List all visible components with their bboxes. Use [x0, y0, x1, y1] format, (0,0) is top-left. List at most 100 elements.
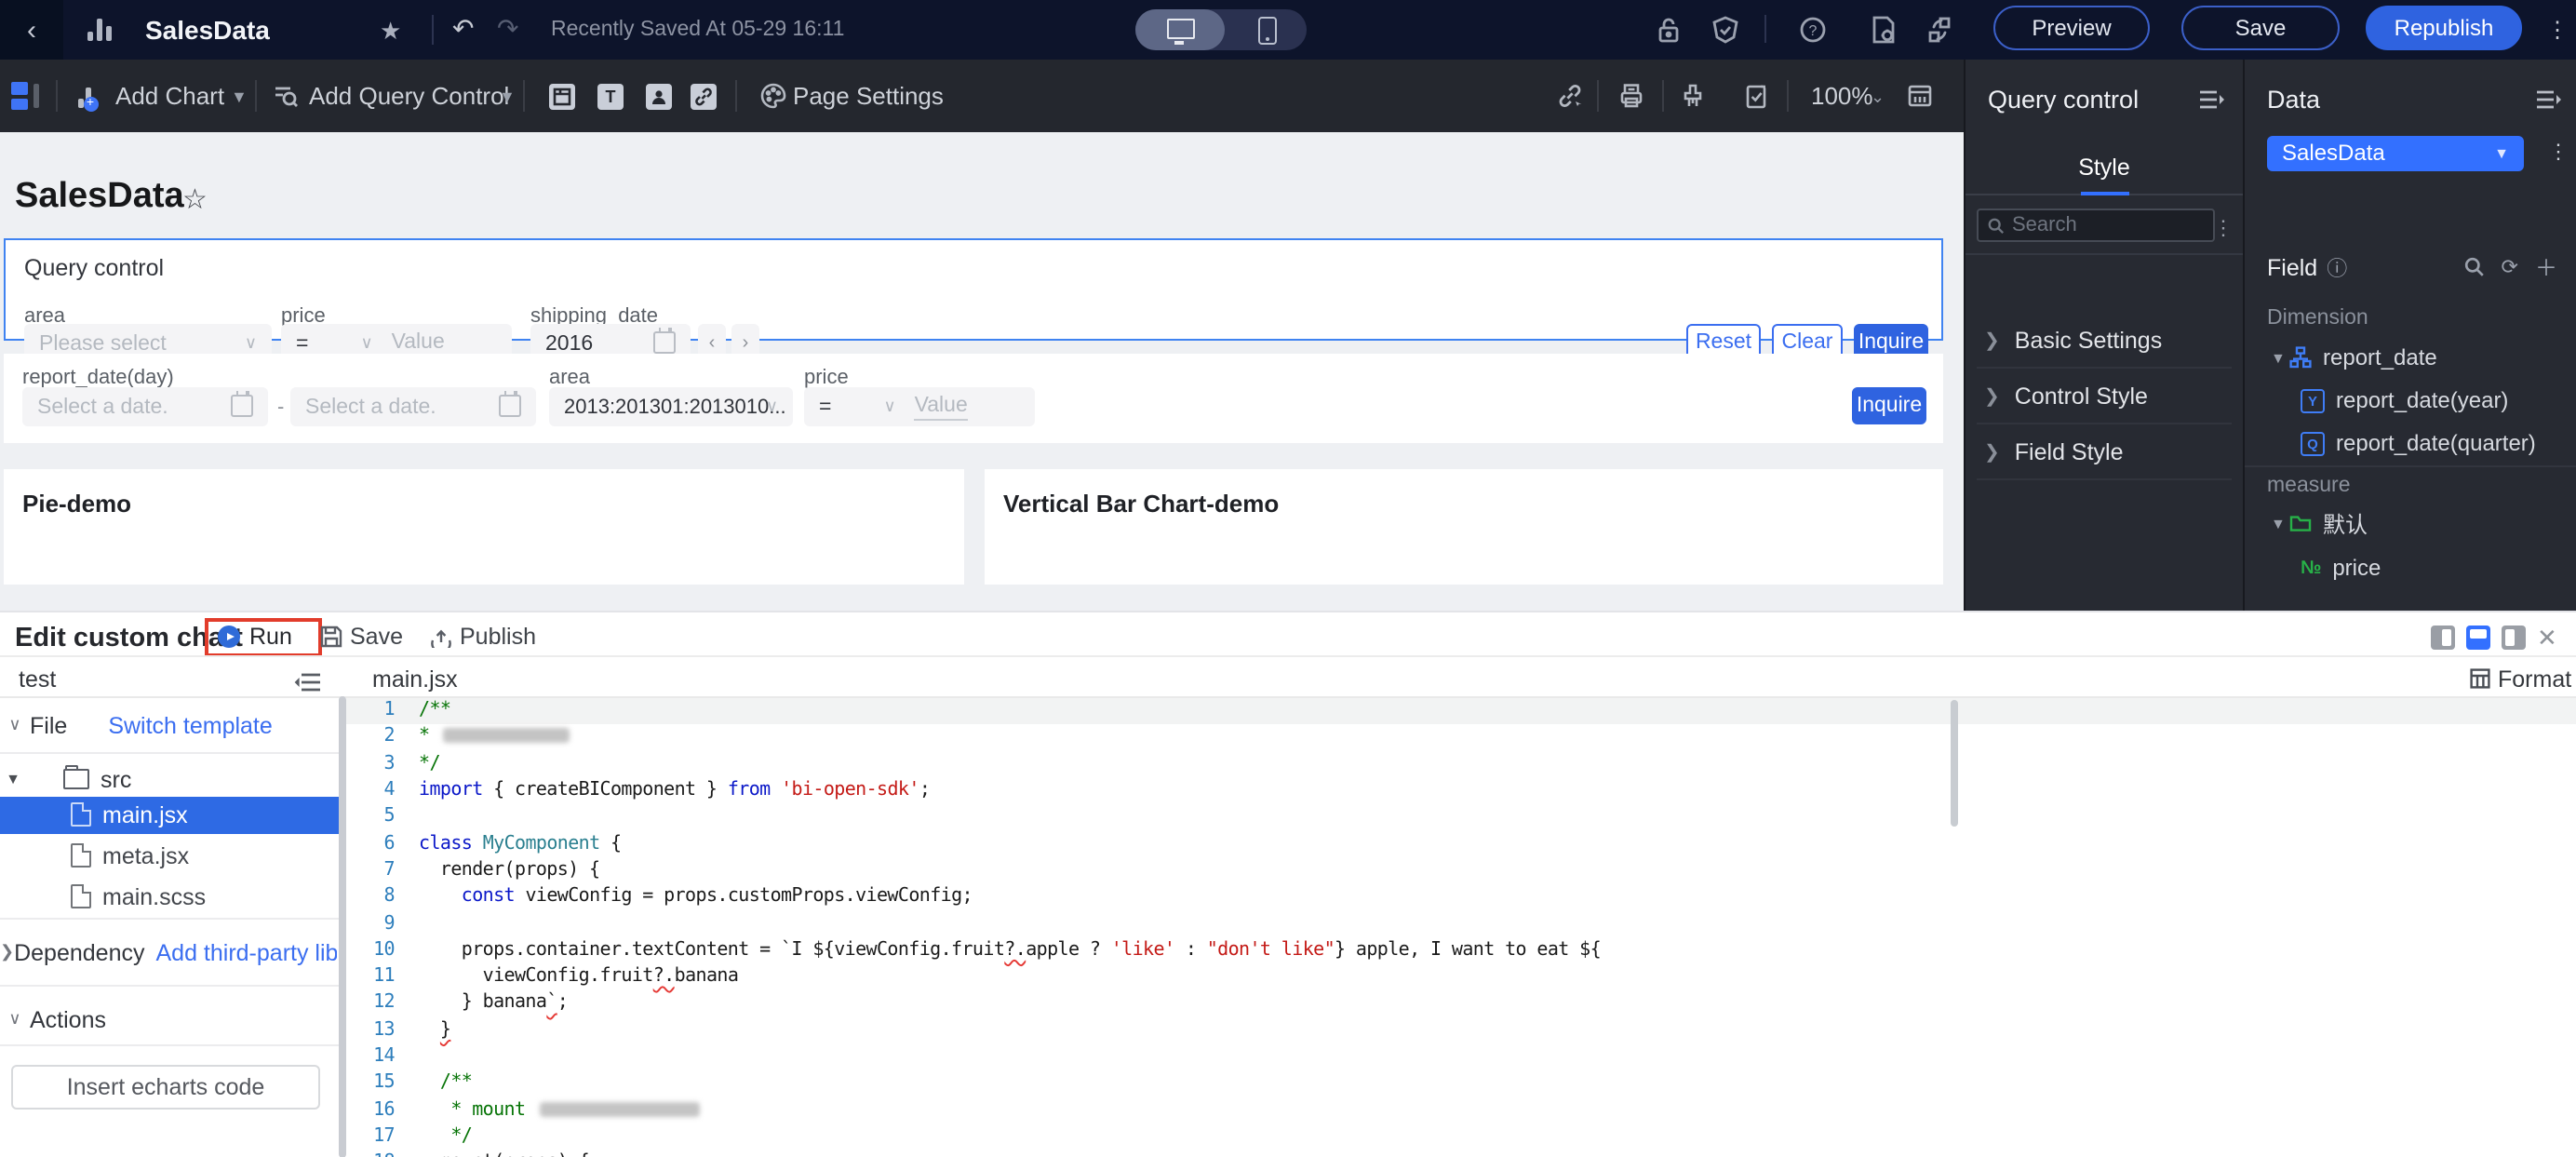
preview-button[interactable]: Preview [1993, 6, 2150, 50]
layout-right-icon[interactable] [2502, 625, 2526, 649]
measure-price[interactable]: № price [2245, 547, 2576, 588]
field-report-date-year[interactable]: Y report_date(year) [2245, 380, 2576, 421]
price-operator-input-2[interactable]: = ∨ Value [804, 387, 1035, 426]
dataset-more-icon[interactable]: ⋮ [2548, 140, 2569, 164]
add-chart-button[interactable]: Add Chart [115, 82, 224, 110]
collapse-panel-icon[interactable] [2200, 89, 2224, 110]
query-control-widget[interactable]: Query control area Please select ∨ price … [4, 238, 1943, 363]
collapse-panel-icon[interactable] [2537, 89, 2561, 110]
global-link-icon[interactable] [1556, 82, 1584, 110]
code-line[interactable]: 17 */ [346, 1123, 2576, 1150]
widget-library-icon[interactable] [11, 82, 39, 110]
grid-table-icon[interactable] [1906, 82, 1934, 110]
code-line[interactable]: 8 const viewConfig = props.customProps.v… [346, 883, 2576, 910]
code-line[interactable]: 11 viewConfig.fruit?.banana [346, 963, 2576, 990]
page-favorite-icon[interactable]: ☆ [182, 182, 208, 216]
code-line[interactable]: 12 } banana`; [346, 990, 2576, 1017]
caret-down-icon[interactable]: ▼ [2271, 515, 2289, 531]
style-search-input[interactable]: Search [1977, 209, 2215, 242]
dependency-section-header[interactable]: ❯ Dependency Add third-party lib [0, 932, 337, 973]
field-report-date[interactable]: ▼ report_date [2245, 337, 2576, 378]
area-select-2[interactable]: 2013:201301:2013010... ∨ [549, 387, 793, 426]
document-settings-icon[interactable] [1869, 15, 1898, 45]
chevron-down-icon[interactable]: ▼ [231, 87, 248, 106]
undo-icon[interactable]: ↶ [452, 13, 474, 45]
add-third-party-lib-link[interactable]: Add third-party lib [156, 939, 338, 965]
republish-button[interactable]: Republish [2366, 6, 2522, 50]
code-line[interactable]: 6 class MyComponent { [346, 830, 2576, 857]
actions-section-header[interactable]: ∨ Actions [0, 999, 337, 1040]
price-value-input[interactable]: Value [391, 330, 445, 357]
price-value-input-2[interactable]: Value [914, 394, 968, 420]
close-editor-icon[interactable]: ✕ [2537, 623, 2557, 652]
editor-tab-main-jsx[interactable]: main.jsx [372, 666, 458, 692]
code-line[interactable]: 3 */ [346, 750, 2576, 777]
info-icon[interactable]: ⓘ [2327, 252, 2347, 282]
pie-chart-widget[interactable]: Pie-demo [4, 469, 964, 584]
add-field-icon[interactable]: ＋ [2535, 251, 2557, 283]
code-line[interactable]: 2 * [346, 724, 2576, 751]
bar-chart-widget[interactable]: Vertical Bar Chart-demo [985, 469, 1943, 584]
refresh-icon[interactable]: ⟳ [2502, 255, 2518, 279]
code-line[interactable]: 4 import { createBIComponent } from 'bi-o… [346, 777, 2576, 804]
search-field-icon[interactable] [2464, 257, 2485, 277]
caret-down-icon[interactable]: ▼ [2271, 349, 2289, 366]
run-button[interactable]: Run [249, 624, 292, 650]
chevron-down-icon[interactable]: ▼ [499, 87, 516, 106]
code-editor[interactable]: 1/** 2 * 3 */4 import { createBIComponent } … [346, 697, 2576, 1157]
back-button[interactable]: ‹ [0, 0, 63, 60]
shield-check-icon[interactable] [1711, 15, 1740, 45]
folder-src[interactable]: ▼ src [0, 760, 337, 798]
add-query-control-button[interactable]: Add Query Control [309, 82, 509, 110]
redo-icon[interactable]: ↷ [497, 13, 518, 45]
file-main-scss[interactable]: main.scss [0, 878, 338, 915]
text-tool-icon[interactable]: T [597, 84, 624, 110]
inquire-button-2[interactable]: Inquire [1852, 387, 1926, 424]
editor-save-button[interactable]: Save [320, 623, 403, 649]
code-line[interactable]: 7 render(props) { [346, 857, 2576, 884]
code-line[interactable]: 1/** [346, 697, 2576, 724]
query-control-widget-2[interactable]: report_date(day) Select a date. - Select… [4, 354, 1943, 443]
tab-style[interactable]: Style [1966, 155, 2243, 181]
code-line[interactable]: 10 props.container.textContent = `I ${vi… [346, 936, 2576, 963]
print-icon[interactable] [1617, 82, 1645, 110]
section-basic-settings[interactable]: ❯ Basic Settings [1966, 315, 2243, 367]
file-section-header[interactable]: ∨ File Switch template [0, 705, 337, 746]
file-meta-jsx[interactable]: meta.jsx [0, 837, 338, 874]
file-main-jsx[interactable]: main.jsx [0, 796, 338, 833]
brush-icon[interactable] [1679, 82, 1707, 110]
code-line[interactable]: 14 [346, 1043, 2576, 1070]
editor-scrollbar-thumb[interactable] [1951, 699, 1958, 826]
save-button[interactable]: Save [2181, 6, 2340, 50]
desktop-icon[interactable] [1167, 19, 1195, 45]
date-to-input[interactable]: Select a date. [290, 387, 536, 426]
date-from-input[interactable]: Select a date. [22, 387, 268, 426]
zoom-level[interactable]: 100% [1811, 82, 1873, 110]
section-control-style[interactable]: ❯ Control Style [1966, 370, 2243, 423]
favorite-star-icon[interactable]: ★ [380, 17, 401, 47]
panel-resize-scrollbar[interactable] [338, 695, 346, 1157]
dataset-selector[interactable]: SalesData ▼ [2267, 135, 2524, 170]
image-tool-icon[interactable] [646, 84, 672, 110]
search-more-icon[interactable]: ⋮ [2213, 216, 2234, 240]
collapse-tree-icon[interactable] [294, 667, 320, 691]
code-line[interactable]: 16 * mount [346, 1096, 2576, 1123]
code-line[interactable]: 15 /** [346, 1070, 2576, 1096]
editor-publish-button[interactable]: Publish [430, 623, 536, 649]
switch-template-link[interactable]: Switch template [108, 712, 272, 738]
page-settings-button[interactable]: Page Settings [793, 82, 944, 110]
code-line[interactable]: 5 [346, 803, 2576, 830]
link-tool-icon[interactable] [691, 84, 717, 110]
layout-left-icon[interactable] [2431, 625, 2455, 649]
field-report-date-quarter[interactable]: Q report_date(quarter) [2245, 423, 2576, 464]
layout-bottom-icon[interactable] [2466, 625, 2490, 649]
lock-icon[interactable] [1655, 15, 1684, 45]
more-menu-icon[interactable]: ⋮ [2546, 17, 2569, 43]
measure-folder-default[interactable]: ▼ 默认 [2245, 503, 2576, 544]
code-line[interactable]: 9 [346, 910, 2576, 937]
tab-container-icon[interactable] [549, 84, 575, 110]
code-line[interactable]: 13 } [346, 1016, 2576, 1043]
run-button-highlight[interactable]: Run [205, 617, 322, 656]
version-sync-icon[interactable] [1925, 15, 1954, 45]
format-button[interactable]: Format [2470, 666, 2571, 692]
